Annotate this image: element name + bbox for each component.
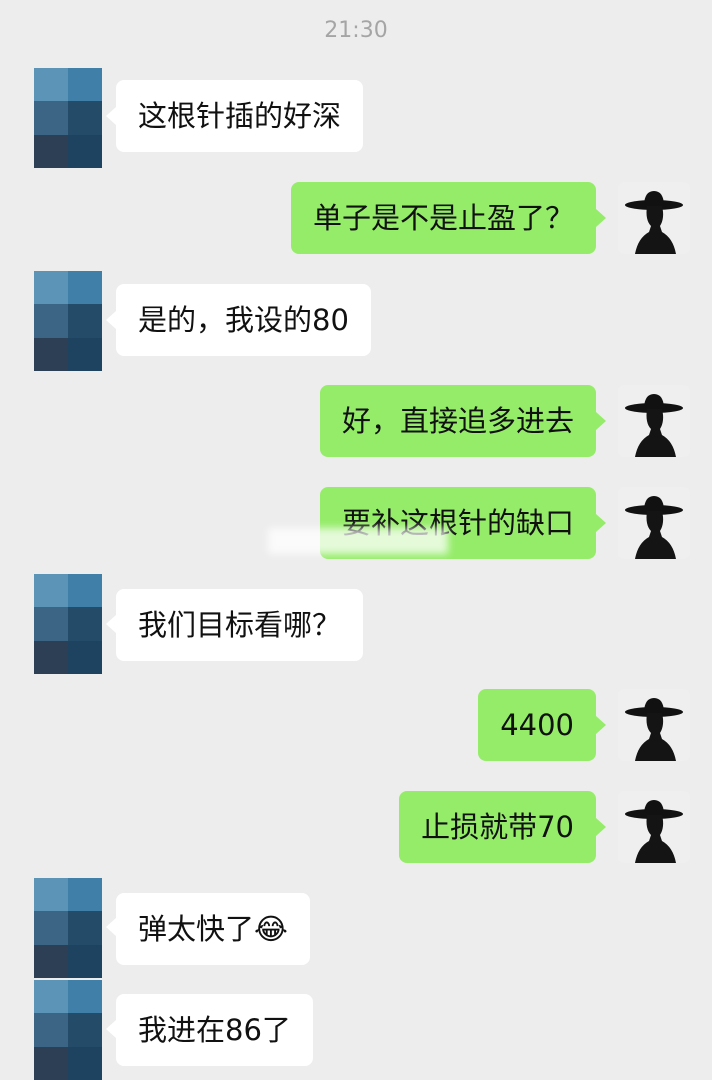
message-bubble-incoming[interactable]: 我进在86了 (116, 994, 313, 1066)
blur-smudge (268, 528, 448, 554)
message-bubble-outgoing[interactable]: 单子是不是止盈了？ (290, 182, 596, 254)
message-bubble-outgoing[interactable]: 止损就带70 (399, 791, 596, 863)
bubble-tail (596, 412, 606, 430)
bubble-tail (106, 107, 116, 125)
self-avatar-icon[interactable] (618, 791, 690, 863)
bubble-tail (106, 918, 116, 936)
bubble-tail (596, 514, 606, 532)
bubble-tail (106, 311, 116, 329)
bubble-tail (106, 1020, 116, 1038)
contact-avatar-icon[interactable] (34, 271, 102, 371)
self-avatar-icon[interactable] (618, 487, 690, 559)
contact-avatar-icon[interactable] (34, 980, 102, 1080)
self-avatar-icon[interactable] (618, 182, 690, 254)
message-bubble-outgoing[interactable]: 4400 (478, 689, 596, 761)
bubble-tail (596, 818, 606, 836)
message-bubble-incoming[interactable]: 是的，我设的80 (116, 284, 371, 356)
self-avatar-icon[interactable] (618, 689, 690, 761)
bubble-tail (596, 209, 606, 227)
message-bubble-outgoing[interactable]: 好，直接追多进去 (319, 385, 596, 457)
message-bubble-incoming[interactable]: 这根针插的好深 (116, 80, 364, 152)
self-avatar-icon[interactable] (618, 385, 690, 457)
bubble-tail (106, 615, 116, 633)
contact-avatar-icon[interactable] (34, 574, 102, 674)
message-bubble-incoming[interactable]: 我们目标看哪？ (116, 589, 364, 661)
contact-avatar-icon[interactable] (34, 68, 102, 168)
message-bubble-incoming[interactable]: 弹太快了😂 (116, 893, 310, 965)
contact-avatar-icon[interactable] (34, 878, 102, 978)
timestamp: 21:30 (324, 18, 388, 43)
bubble-tail (596, 716, 606, 734)
